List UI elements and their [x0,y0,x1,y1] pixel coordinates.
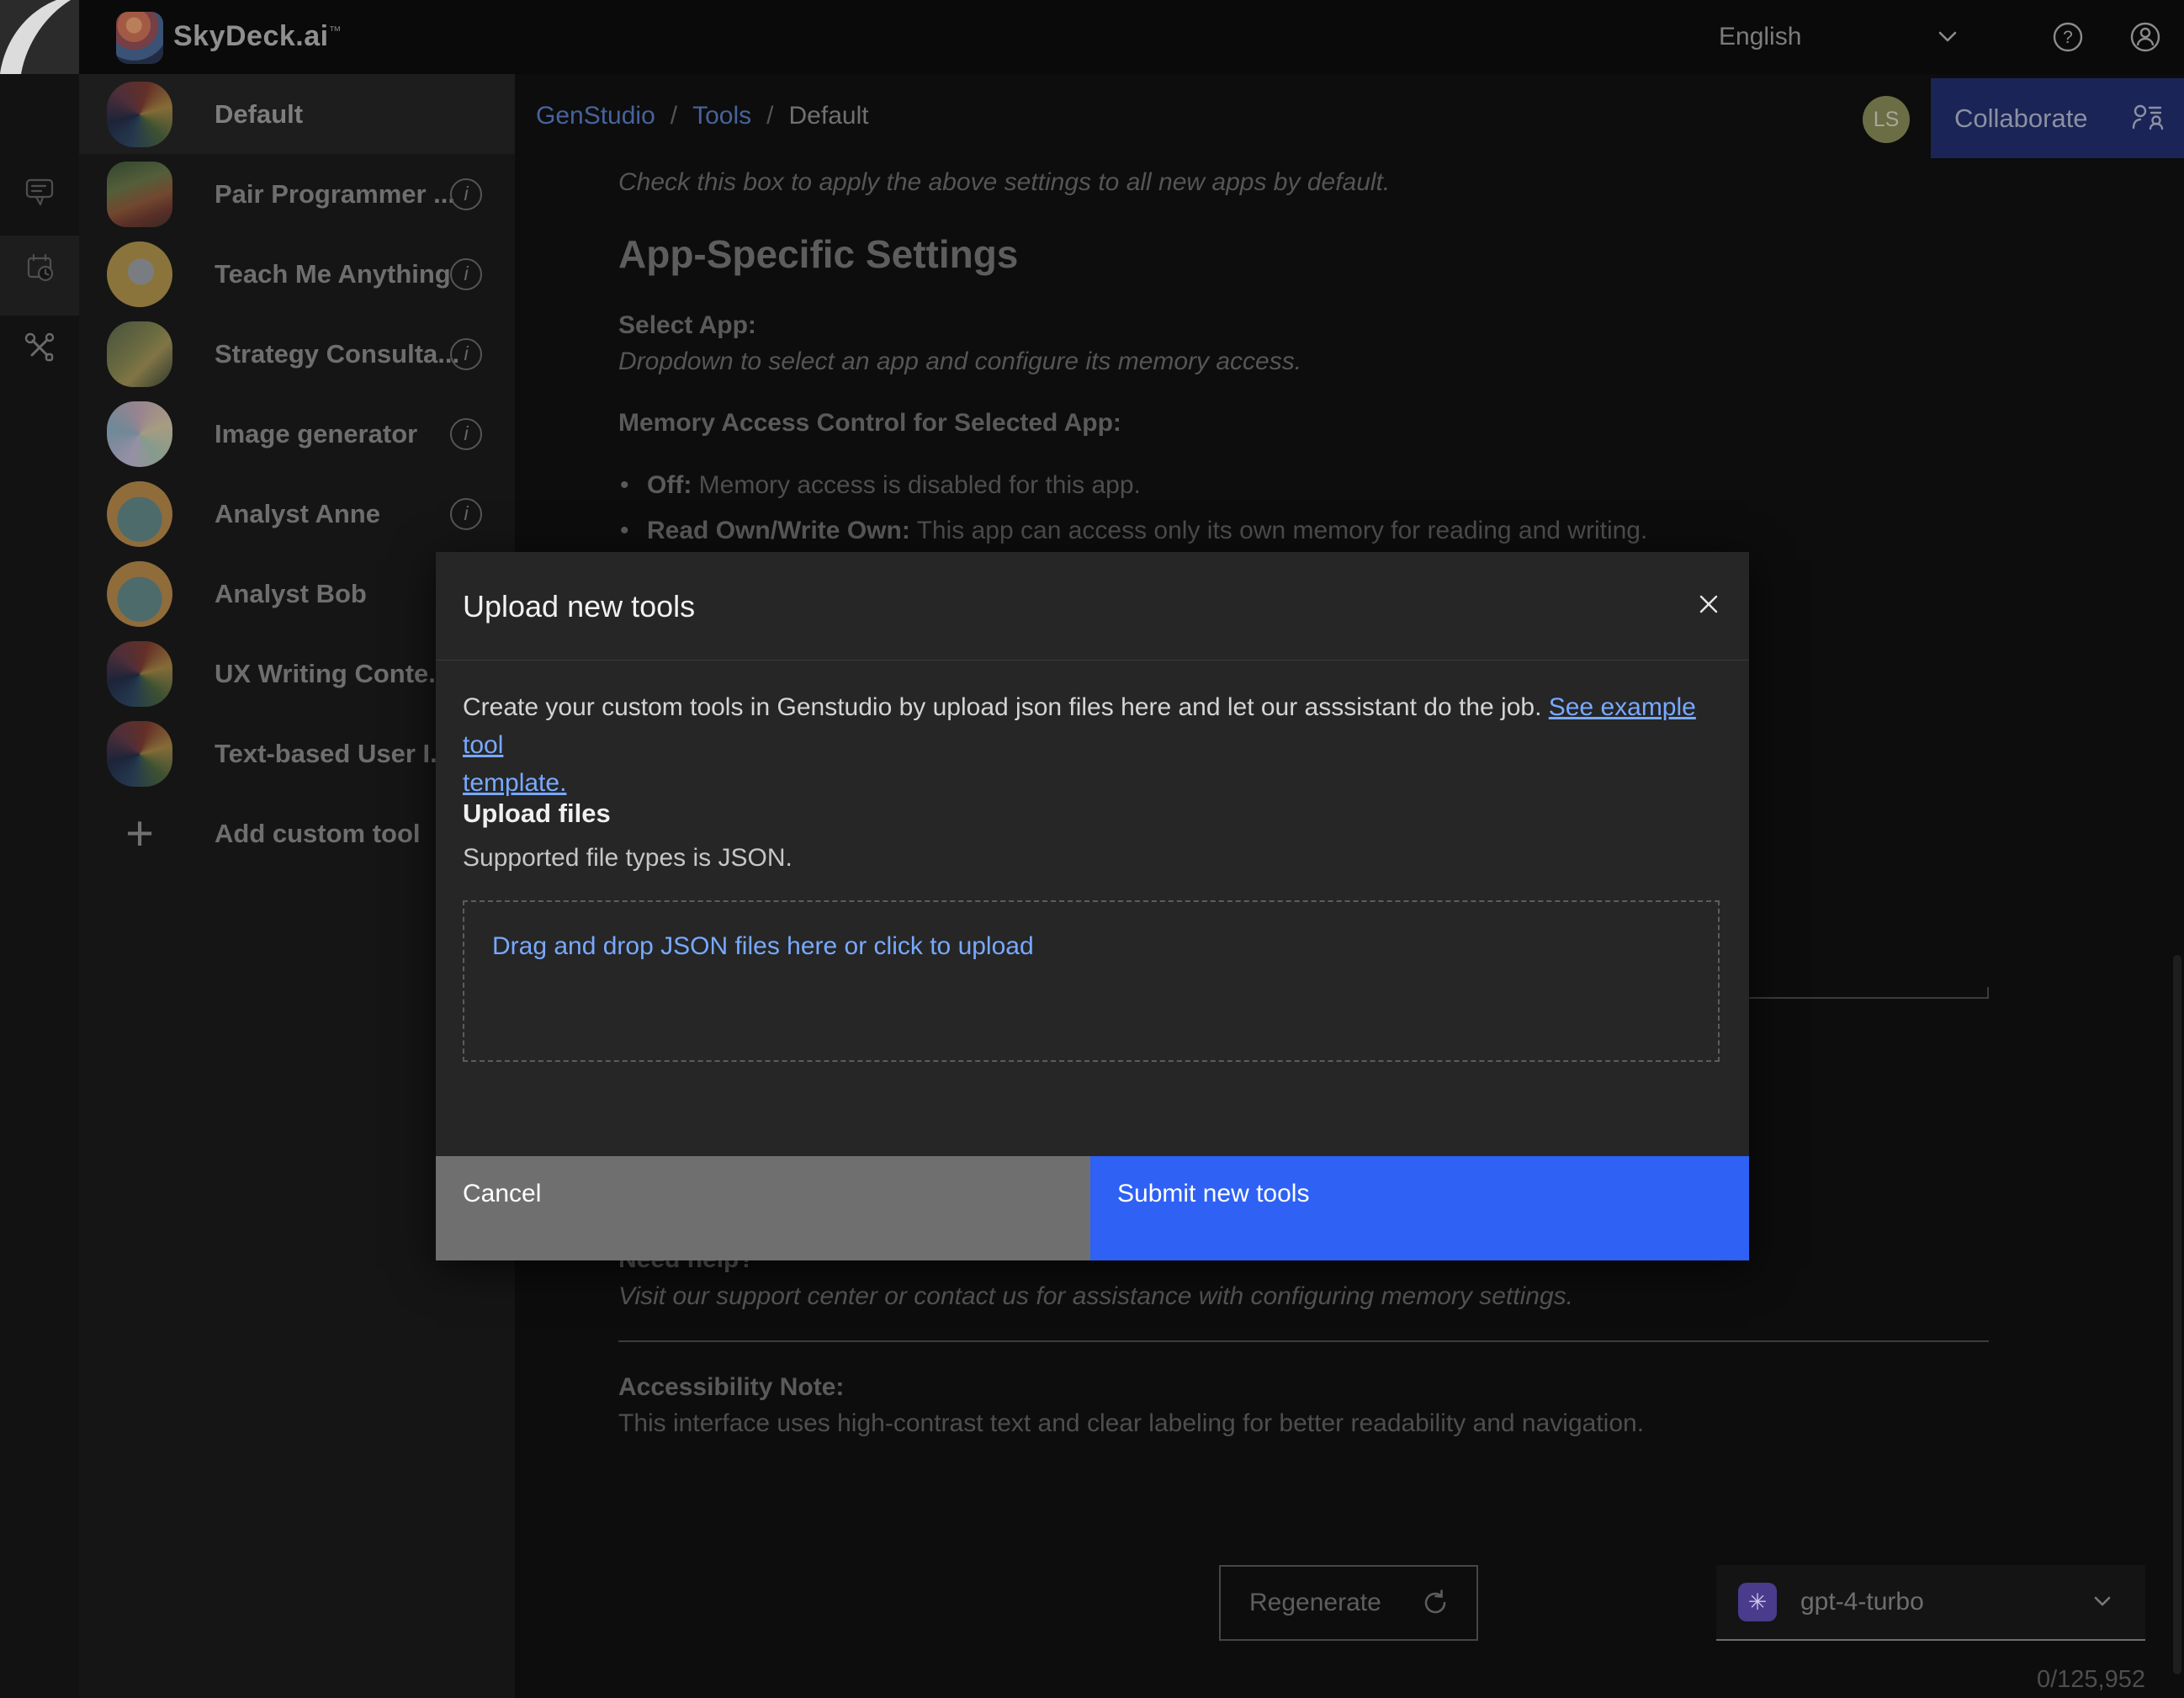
model-selector[interactable]: ✳ gpt-4-turbo [1716,1565,2145,1641]
divider-end-tick [1987,987,1989,999]
tool-avatar [107,321,172,387]
info-icon[interactable]: i [450,338,482,370]
refresh-icon [1421,1589,1450,1617]
modal-intro-text: Create your custom tools in Genstudio by… [463,693,1549,721]
tool-avatar [107,721,172,787]
sidebar-item-image-generator[interactable]: Image generator i [79,394,515,474]
breadcrumb-separator: / [671,102,677,130]
bullet-text: This app can access only its own memory … [910,517,1648,544]
upload-files-heading: Upload files [463,799,611,829]
model-name: gpt-4-turbo [1800,1588,1924,1616]
top-header-bar: SkyDeck.ai™ English ? [0,0,2184,74]
plus-icon: + [107,801,172,867]
sidebar-item-analyst-anne[interactable]: Analyst Anne i [79,474,515,554]
tool-avatar [107,481,172,547]
upload-tools-modal: Upload new tools Create your custom tool… [436,552,1749,1260]
tool-avatar [107,641,172,707]
language-selector[interactable]: English [1719,23,1801,51]
sidebar-item-label: Analyst Anne [215,499,380,529]
link-line-2: template. [463,769,566,797]
modal-intro: Create your custom tools in Genstudio by… [463,688,1722,802]
close-icon[interactable] [1692,587,1725,621]
collaborate-label: Collaborate [1954,103,2088,134]
select-app-desc: Dropdown to select an app and configure … [618,348,1301,376]
breadcrumb: GenStudio / Tools / Default [536,102,869,130]
tool-avatar [107,401,172,467]
modal-title: Upload new tools [463,589,695,624]
regenerate-label: Regenerate [1249,1589,1381,1617]
svg-text:?: ? [2063,28,2073,47]
file-dropzone[interactable]: Drag and drop JSON files here or click t… [463,900,1720,1062]
memory-access-label: Memory Access Control for Selected App: [618,409,1121,438]
tools-icon[interactable] [21,329,58,366]
tool-avatar [107,82,172,147]
sidebar-item-teach-me-anything[interactable]: Teach Me Anything i [79,234,515,314]
brand-corner [0,0,79,74]
sidebar-item-label: Pair Programmer ... [215,179,455,210]
left-icon-rail [0,74,80,1698]
bullet-off: Off: Memory access is disabled for this … [647,471,1141,500]
brand-text: SkyDeck.ai [173,20,329,52]
accessibility-label: Accessibility Note: [618,1373,844,1402]
modal-header-divider [436,660,1749,661]
tool-avatar [107,241,172,307]
token-counter: 0/125,952 [1716,1666,2145,1694]
breadcrumb-separator: / [766,102,773,130]
breadcrumb-tools[interactable]: Tools [692,102,751,130]
brand-name: SkyDeck.ai™ [173,20,342,53]
info-icon[interactable]: i [450,418,482,450]
modal-footer: Cancel Submit new tools [436,1156,1749,1260]
info-icon[interactable]: i [450,258,482,290]
breadcrumb-genstudio[interactable]: GenStudio [536,102,655,130]
page-scrollbar[interactable] [2173,955,2181,1674]
supported-types-note: Supported file types is JSON. [463,844,792,873]
checkbox-note: Check this box to apply the above settin… [618,168,1390,197]
bullet-lead: Off: [647,471,692,499]
sidebar-item-label: UX Writing Conte... [215,659,450,689]
info-icon[interactable]: i [450,178,482,210]
bullet-lead: Read Own/Write Own: [647,517,910,544]
openai-icon: ✳ [1738,1583,1777,1621]
skydeck-logo-icon [116,12,163,64]
info-icon[interactable]: i [450,498,482,530]
tool-avatar [107,162,172,227]
collaborate-button[interactable]: Collaborate [1931,78,2184,158]
dropzone-label: Drag and drop JSON files here or click t… [492,932,1034,961]
sidebar-item-label: Strategy Consulta... [215,339,459,369]
cancel-button[interactable]: Cancel [436,1156,1090,1260]
collaborate-people-icon [2128,100,2165,137]
sidebar-item-label: Text-based User I... [215,739,452,769]
sidebar-item-default[interactable]: Default [79,74,515,154]
sidebar-item-label: Image generator [215,419,417,449]
add-custom-tool-label: Add custom tool [215,819,421,849]
tool-avatar [107,561,172,627]
schedule-icon[interactable] [21,249,58,286]
bullet-read-own: Read Own/Write Own: This app can access … [647,517,1647,545]
bullet-text: Memory access is disabled for this app. [692,471,1141,499]
submit-new-tools-button[interactable]: Submit new tools [1090,1156,1749,1260]
select-app-label: Select App: [618,311,756,340]
accessibility-desc: This interface uses high-contrast text a… [618,1409,1644,1438]
regenerate-button[interactable]: Regenerate [1219,1565,1478,1641]
sidebar-item-pair-programmer[interactable]: Pair Programmer ... i [79,154,515,234]
divider [618,1340,1989,1342]
account-icon[interactable] [2127,19,2164,56]
model-chevron-down-icon [2088,1594,2117,1610]
language-chevron-down-icon[interactable] [1933,29,1962,45]
trademark: ™ [329,24,342,39]
sidebar-item-label: Teach Me Anything [215,259,451,289]
need-help-desc: Visit our support center or contact us f… [618,1282,1573,1311]
help-icon[interactable]: ? [2049,19,2086,56]
sidebar-item-strategy-consultant[interactable]: Strategy Consulta... i [79,314,515,394]
sidebar-item-label: Default [215,99,303,130]
section-heading: App-Specific Settings [618,231,1018,277]
user-avatar[interactable]: LS [1863,96,1910,143]
breadcrumb-current: Default [789,102,869,130]
swoosh-logo-icon [0,0,79,74]
app-root: SkyDeck.ai™ English ? [0,0,2184,1698]
chat-icon[interactable] [21,172,58,210]
sidebar-item-label: Analyst Bob [215,579,367,609]
